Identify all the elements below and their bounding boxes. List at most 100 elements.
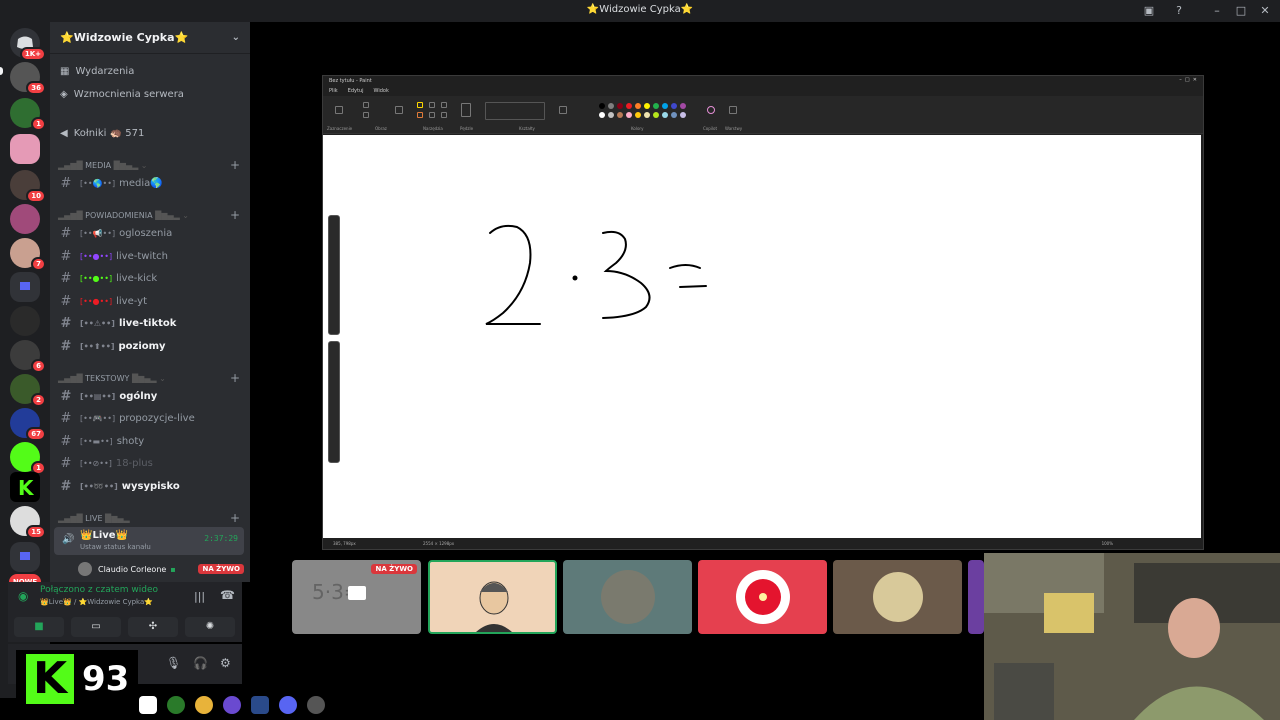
resize-icon[interactable] <box>363 112 369 118</box>
server-icon[interactable]: 2 <box>10 374 46 407</box>
xbox-icon[interactable] <box>167 696 185 714</box>
shapes-gallery[interactable] <box>485 102 545 120</box>
stream-tile-screen[interactable]: 5·3= NA ŻYWO <box>292 560 421 634</box>
color-swatch[interactable] <box>617 103 623 109</box>
windows-icon[interactable] <box>139 696 157 714</box>
settings-gear-icon[interactable]: ⚙ <box>220 656 231 670</box>
color-swatch[interactable] <box>635 112 641 118</box>
inbox-icon[interactable]: ▣ <box>1140 2 1158 20</box>
category-tekstowy[interactable]: ▂▄▆█ TEKSTOWY █▆▄▂ ⌄ + <box>58 371 240 385</box>
fill-icon[interactable] <box>429 102 435 108</box>
minimize-button[interactable]: – <box>1208 2 1226 20</box>
home-discord-icon[interactable]: 1K+ <box>10 28 46 61</box>
color-swatch[interactable] <box>644 112 650 118</box>
stream-tile-user[interactable] <box>563 560 692 634</box>
server-icon[interactable] <box>10 306 40 336</box>
app-icon[interactable] <box>307 696 325 714</box>
boosts-link[interactable]: ◈ Wzmocnienia serwera <box>60 89 184 100</box>
stream-tile-user[interactable] <box>968 560 984 634</box>
folder-icon[interactable] <box>10 272 40 302</box>
image-icon[interactable] <box>395 106 403 114</box>
paint-canvas[interactable] <box>323 135 1201 539</box>
server-icon[interactable] <box>10 204 40 234</box>
status-hint[interactable]: Ustaw status kanału <box>80 543 151 551</box>
color-picker-icon[interactable] <box>429 112 435 118</box>
chrome-icon[interactable] <box>195 696 213 714</box>
paint-window-controls[interactable]: – □ ✕ <box>1179 77 1197 83</box>
noise-suppression-icon[interactable]: ||| <box>194 590 205 603</box>
stream-tile-user[interactable] <box>833 560 962 634</box>
server-icon[interactable]: 6 <box>10 340 46 373</box>
eraser-icon[interactable] <box>417 112 423 118</box>
color-swatch[interactable] <box>671 112 677 118</box>
color-swatch[interactable] <box>626 112 632 118</box>
voice-location[interactable]: 👑Live👑 / ⭐Widzowie Cypka⭐ <box>40 598 153 606</box>
voice-user-row[interactable]: Claudio Corleone ▪ NA ŻYWO <box>78 560 244 578</box>
server-icon[interactable]: 15 <box>10 506 46 539</box>
disconnect-icon[interactable]: ☎ <box>220 588 235 602</box>
menu-edit[interactable]: Edytuj <box>348 88 364 94</box>
channel-poziomy[interactable]: # [••⬆••] poziomy <box>58 336 244 356</box>
close-button[interactable]: ✕ <box>1256 2 1274 20</box>
server-header[interactable]: ⭐Widzowie Cypka⭐ ⌄ <box>50 22 250 54</box>
channel-propozycje-live[interactable]: # [••🎮••] propozycje-live <box>58 408 244 428</box>
discord-icon[interactable] <box>279 696 297 714</box>
channel-live-yt[interactable]: # [••●••] live-yt <box>58 291 244 311</box>
menu-file[interactable]: Plik <box>329 88 338 94</box>
channel-shoty[interactable]: # [••▬••] shoty <box>58 431 244 451</box>
layers-icon[interactable] <box>729 106 737 114</box>
add-channel-icon[interactable]: + <box>230 158 240 172</box>
stream-tile-avatar[interactable] <box>428 560 557 634</box>
menu-view[interactable]: Widok <box>374 88 389 94</box>
category-live[interactable]: ▂▄▆█ LIVE █▆▄▂ + <box>58 511 240 525</box>
server-icon[interactable]: 1 <box>10 442 46 475</box>
add-channel-icon[interactable]: + <box>230 208 240 222</box>
stream-tile-user[interactable] <box>698 560 827 634</box>
color-swatch[interactable] <box>626 103 632 109</box>
channel-live-twitch[interactable]: # [••●••] live-twitch <box>58 246 244 266</box>
headphones-icon[interactable]: 🎧 <box>193 656 208 670</box>
color-swatch[interactable] <box>644 103 650 109</box>
server-icon[interactable] <box>10 134 40 164</box>
app-icon[interactable] <box>251 696 269 714</box>
color-swatch[interactable] <box>635 103 641 109</box>
folder-icon[interactable] <box>10 542 40 572</box>
copilot-icon[interactable] <box>707 106 715 114</box>
select-tool-icon[interactable] <box>335 106 343 114</box>
channel-18-plus[interactable]: # [••⊘••] 18-plus <box>58 453 244 473</box>
add-channel-icon[interactable]: + <box>230 511 240 525</box>
color-swatch[interactable] <box>599 112 605 118</box>
color-swatch[interactable] <box>671 103 677 109</box>
add-channel-icon[interactable]: + <box>230 371 240 385</box>
server-icon[interactable]: 1 <box>10 98 46 131</box>
soundboard-button[interactable]: ✺ <box>185 617 235 637</box>
kolniki-row[interactable]: ◀ Kołniki 🦔 571 <box>60 128 144 139</box>
app-icon[interactable] <box>223 696 241 714</box>
channel-live-kick[interactable]: # [••●••] live-kick <box>58 268 244 288</box>
channel-ogolny[interactable]: # [••▤••] ogólny <box>58 386 244 406</box>
server-icon[interactable]: 7 <box>10 238 46 271</box>
server-icon[interactable]: 67 <box>10 408 46 441</box>
color-swatch[interactable] <box>662 103 668 109</box>
outline-icon[interactable] <box>559 106 567 114</box>
magnifier-icon[interactable] <box>441 112 447 118</box>
color-swatch[interactable] <box>599 103 605 109</box>
paint-window[interactable]: Bez tytułu - Paint – □ ✕ Plik Edytuj Wid… <box>322 75 1204 550</box>
channel-live-tiktok[interactable]: # [••⚠••] live-tiktok <box>58 313 244 333</box>
screen-share-button[interactable]: ▭ <box>71 617 121 637</box>
camera-button[interactable]: ■ <box>14 617 64 637</box>
help-icon[interactable]: ? <box>1170 2 1188 20</box>
color-swatch[interactable] <box>608 112 614 118</box>
brush-icon[interactable] <box>461 103 471 117</box>
channel-wysypisko[interactable]: # [••➿••] wysypisko <box>58 476 244 496</box>
category-media[interactable]: ▂▄▆█ MEDIA █▆▄▂ ⌄ + <box>58 158 240 172</box>
crop-icon[interactable] <box>363 102 369 108</box>
text-icon[interactable] <box>441 102 447 108</box>
voice-channel-live[interactable]: 🔊 👑Live👑 Ustaw status kanału 2:37:29 <box>54 527 244 555</box>
color-swatch[interactable] <box>608 103 614 109</box>
kick-server-icon[interactable]: K <box>10 472 40 502</box>
microphone-icon[interactable]: 🎙 <box>166 656 181 670</box>
server-icon[interactable]: 36 <box>10 62 46 95</box>
color-swatch[interactable] <box>680 103 686 109</box>
activities-button[interactable]: ✣ <box>128 617 178 637</box>
